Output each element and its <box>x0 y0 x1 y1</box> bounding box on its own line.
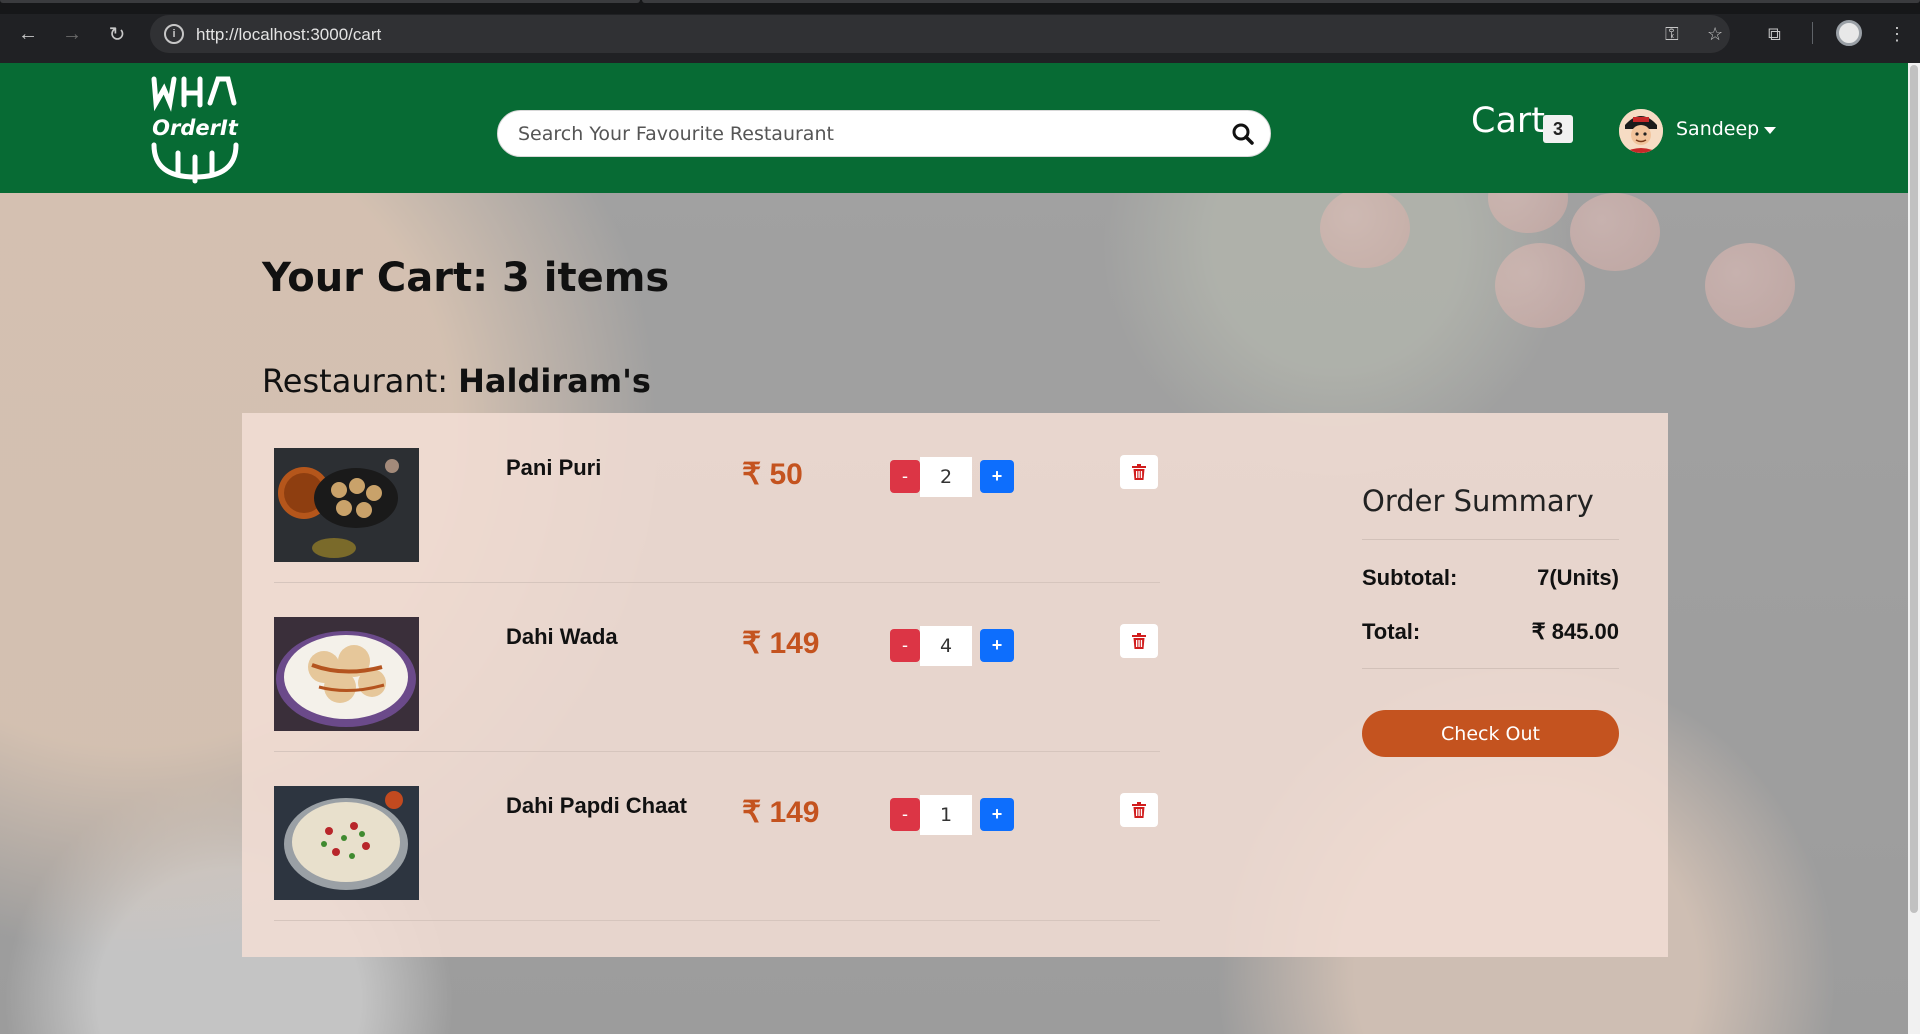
trash-icon[interactable] <box>1132 464 1146 480</box>
item-price: ₹ 149 <box>742 626 820 661</box>
divider <box>1362 668 1619 669</box>
user-menu-name[interactable]: Sandeep <box>1676 118 1759 140</box>
decrease-quantity-button[interactable]: - <box>890 629 920 662</box>
increase-quantity-button[interactable]: + <box>980 798 1014 831</box>
back-icon[interactable]: ← <box>14 20 42 48</box>
delete-item-button[interactable] <box>1120 793 1158 827</box>
scrollbar-thumb[interactable] <box>1910 65 1918 913</box>
reload-icon[interactable]: ↻ <box>103 20 131 48</box>
app-header: OrderIt Cart 3 Sandeep <box>0 63 1908 193</box>
cart-link[interactable]: Cart <box>1471 101 1545 141</box>
cart-item: Dahi Papdi Chaat ₹ 149 - + <box>274 751 1160 921</box>
page-title: Your Cart: 3 items <box>262 255 670 301</box>
tab-strip <box>0 0 1920 14</box>
item-image-dahi-papdi-chaat <box>274 786 419 900</box>
decrease-quantity-button[interactable]: - <box>890 460 920 493</box>
item-name[interactable]: Dahi Papdi Chaat <box>506 793 687 819</box>
order-summary: Order Summary Subtotal: 7(Units) Total: … <box>1343 444 1651 799</box>
currency-symbol: ₹ <box>742 796 762 829</box>
search-icon[interactable] <box>1232 123 1254 145</box>
price-value: 149 <box>769 627 820 660</box>
star-icon[interactable]: ☆ <box>1707 24 1723 45</box>
address-bar[interactable]: i http://localhost:3000/cart <box>150 15 1730 53</box>
delete-item-button[interactable] <box>1120 455 1158 489</box>
restaurant-label: Restaurant: <box>262 362 448 400</box>
site-info-icon[interactable]: i <box>164 24 184 44</box>
checkout-button[interactable]: Check Out <box>1362 710 1619 757</box>
url-text[interactable]: http://localhost:3000/cart <box>196 25 381 45</box>
quantity-field[interactable] <box>920 457 972 497</box>
chevron-down-icon[interactable] <box>1764 127 1776 134</box>
total-value: ₹ 845.00 <box>1531 619 1619 644</box>
item-image-dahi-wada <box>274 617 419 731</box>
toolbar-divider <box>1812 22 1813 44</box>
cart-item: Dahi Wada ₹ 149 - + <box>274 582 1160 752</box>
item-name[interactable]: Dahi Wada <box>506 624 618 650</box>
subtotal-label: Subtotal: <box>1362 565 1458 590</box>
trash-icon[interactable] <box>1132 633 1146 649</box>
svg-text:OrderIt: OrderIt <box>152 116 239 140</box>
trash-icon[interactable] <box>1132 802 1146 818</box>
order-summary-title: Order Summary <box>1362 484 1594 518</box>
orderit-logo[interactable]: OrderIt <box>148 73 243 185</box>
cart-count-badge[interactable]: 3 <box>1543 115 1573 143</box>
item-price: ₹ 50 <box>742 457 803 492</box>
forward-icon[interactable]: → <box>58 20 86 48</box>
item-name[interactable]: Pani Puri <box>506 455 601 481</box>
cart-item: Pani Puri ₹ 50 - + <box>274 413 1160 583</box>
restaurant-heading: Restaurant: Haldiram's <box>262 362 651 400</box>
total-row: Total: ₹ 845.00 <box>1362 619 1619 645</box>
decrease-quantity-button[interactable]: - <box>890 798 920 831</box>
increase-quantity-button[interactable]: + <box>980 460 1014 493</box>
quantity-field[interactable] <box>920 626 972 666</box>
total-label: Total: <box>1362 619 1421 644</box>
subtotal-value: 7(Units) <box>1537 565 1619 590</box>
page-scrollbar[interactable] <box>1908 63 1920 1034</box>
extensions-icon[interactable]: ⧉ <box>1768 24 1781 45</box>
tab-edge <box>642 0 1920 3</box>
price-value: 149 <box>769 796 820 829</box>
increase-quantity-button[interactable]: + <box>980 629 1014 662</box>
subtotal-row: Subtotal: 7(Units) <box>1362 565 1619 591</box>
search-input[interactable] <box>518 123 1198 145</box>
search-bar[interactable] <box>497 110 1271 157</box>
currency-symbol: ₹ <box>742 458 762 491</box>
key-icon[interactable]: ⚿ <box>1665 24 1679 45</box>
avatar[interactable] <box>1619 109 1663 153</box>
divider <box>1362 539 1619 540</box>
currency-symbol: ₹ <box>742 627 762 660</box>
restaurant-name: Haldiram's <box>458 362 651 400</box>
tab-edge <box>0 0 640 3</box>
item-image-pani-puri <box>274 448 419 562</box>
price-value: 50 <box>769 458 803 491</box>
profile-icon[interactable] <box>1836 20 1862 46</box>
delete-item-button[interactable] <box>1120 624 1158 658</box>
quantity-field[interactable] <box>920 795 972 835</box>
item-price: ₹ 149 <box>742 795 820 830</box>
menu-icon[interactable]: ⋮ <box>1888 24 1906 45</box>
browser-toolbar: ← → ↻ i http://localhost:3000/cart ⚿ ☆ ⧉… <box>0 0 1920 63</box>
